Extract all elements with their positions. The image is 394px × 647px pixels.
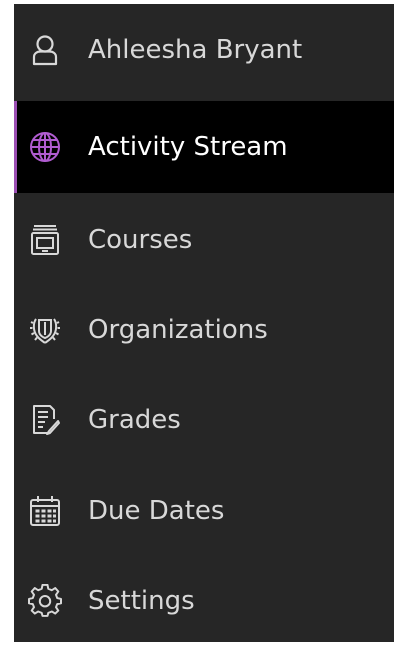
nav-item-label: Organizations <box>88 315 268 345</box>
nav-item-activity-stream[interactable]: Activity Stream <box>14 101 394 193</box>
nav-item-label: Courses <box>88 225 193 255</box>
main-navigation: Ahleesha Bryant Activity Stream Courses <box>14 4 394 642</box>
globe-icon <box>28 130 62 164</box>
grades-icon <box>28 403 62 437</box>
nav-item-label: Settings <box>88 586 195 616</box>
nav-item-organizations[interactable]: Organizations <box>14 284 394 376</box>
nav-item-grades[interactable]: Grades <box>14 374 394 466</box>
nav-item-due-dates[interactable]: Due Dates <box>14 465 394 557</box>
nav-item-courses[interactable]: Courses <box>14 194 394 286</box>
nav-item-label: Grades <box>88 405 181 435</box>
nav-item-settings[interactable]: Settings <box>14 555 394 647</box>
user-icon <box>28 33 62 67</box>
gear-icon <box>28 584 62 618</box>
nav-item-profile[interactable]: Ahleesha Bryant <box>14 4 394 96</box>
nav-item-label: Due Dates <box>88 496 225 526</box>
nav-item-label: Activity Stream <box>88 132 288 162</box>
nav-item-label: Ahleesha Bryant <box>88 35 303 65</box>
organizations-icon <box>28 313 62 347</box>
calendar-icon <box>28 494 62 528</box>
courses-icon <box>28 223 62 257</box>
